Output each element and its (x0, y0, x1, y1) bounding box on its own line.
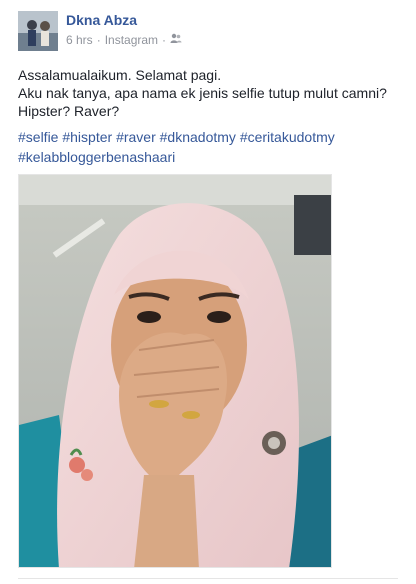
post-text: Assalamualaikum. Selamat pagi. Aku nak t… (18, 66, 408, 120)
hashtag-link[interactable]: #hispter (62, 129, 112, 145)
author-avatar[interactable] (18, 11, 58, 51)
meta-separator: · (96, 33, 101, 47)
post-source[interactable]: Instagram (105, 33, 158, 47)
hashtag-link[interactable]: #raver (116, 129, 156, 145)
post-divider (18, 578, 398, 579)
meta-separator-2: · (162, 33, 167, 47)
hashtag-link[interactable]: #dknadotmy (160, 129, 236, 145)
post-text-line: Hipster? Raver? (18, 103, 120, 119)
selfie-photo (19, 175, 331, 567)
hashtag-link[interactable]: #ceritakudotmy (240, 129, 335, 145)
hashtag-row: #selfie #hispter #raver #dknadotmy #ceri… (18, 127, 408, 147)
hashtag-link[interactable]: #selfie (18, 129, 58, 145)
hashtag-link[interactable]: #kelabbloggerbenashaari (18, 149, 175, 165)
post-text-line: Aku nak tanya, apa nama ek jenis selfie … (18, 85, 387, 101)
post-photo[interactable] (18, 174, 332, 568)
post-timestamp[interactable]: 6 hrs (66, 33, 93, 47)
hashtags: #selfie #hispter #raver #dknadotmy #ceri… (18, 127, 408, 167)
hashtag-row: #kelabbloggerbenashaari (18, 147, 408, 167)
facebook-post: Dkna Abza 6 hrs · Instagram · Assalamual… (0, 0, 416, 584)
friends-icon[interactable] (170, 33, 182, 47)
post-text-line: Assalamualaikum. Selamat pagi. (18, 67, 222, 83)
author-name[interactable]: Dkna Abza (66, 12, 137, 28)
post-meta: 6 hrs · Instagram · (66, 33, 182, 47)
